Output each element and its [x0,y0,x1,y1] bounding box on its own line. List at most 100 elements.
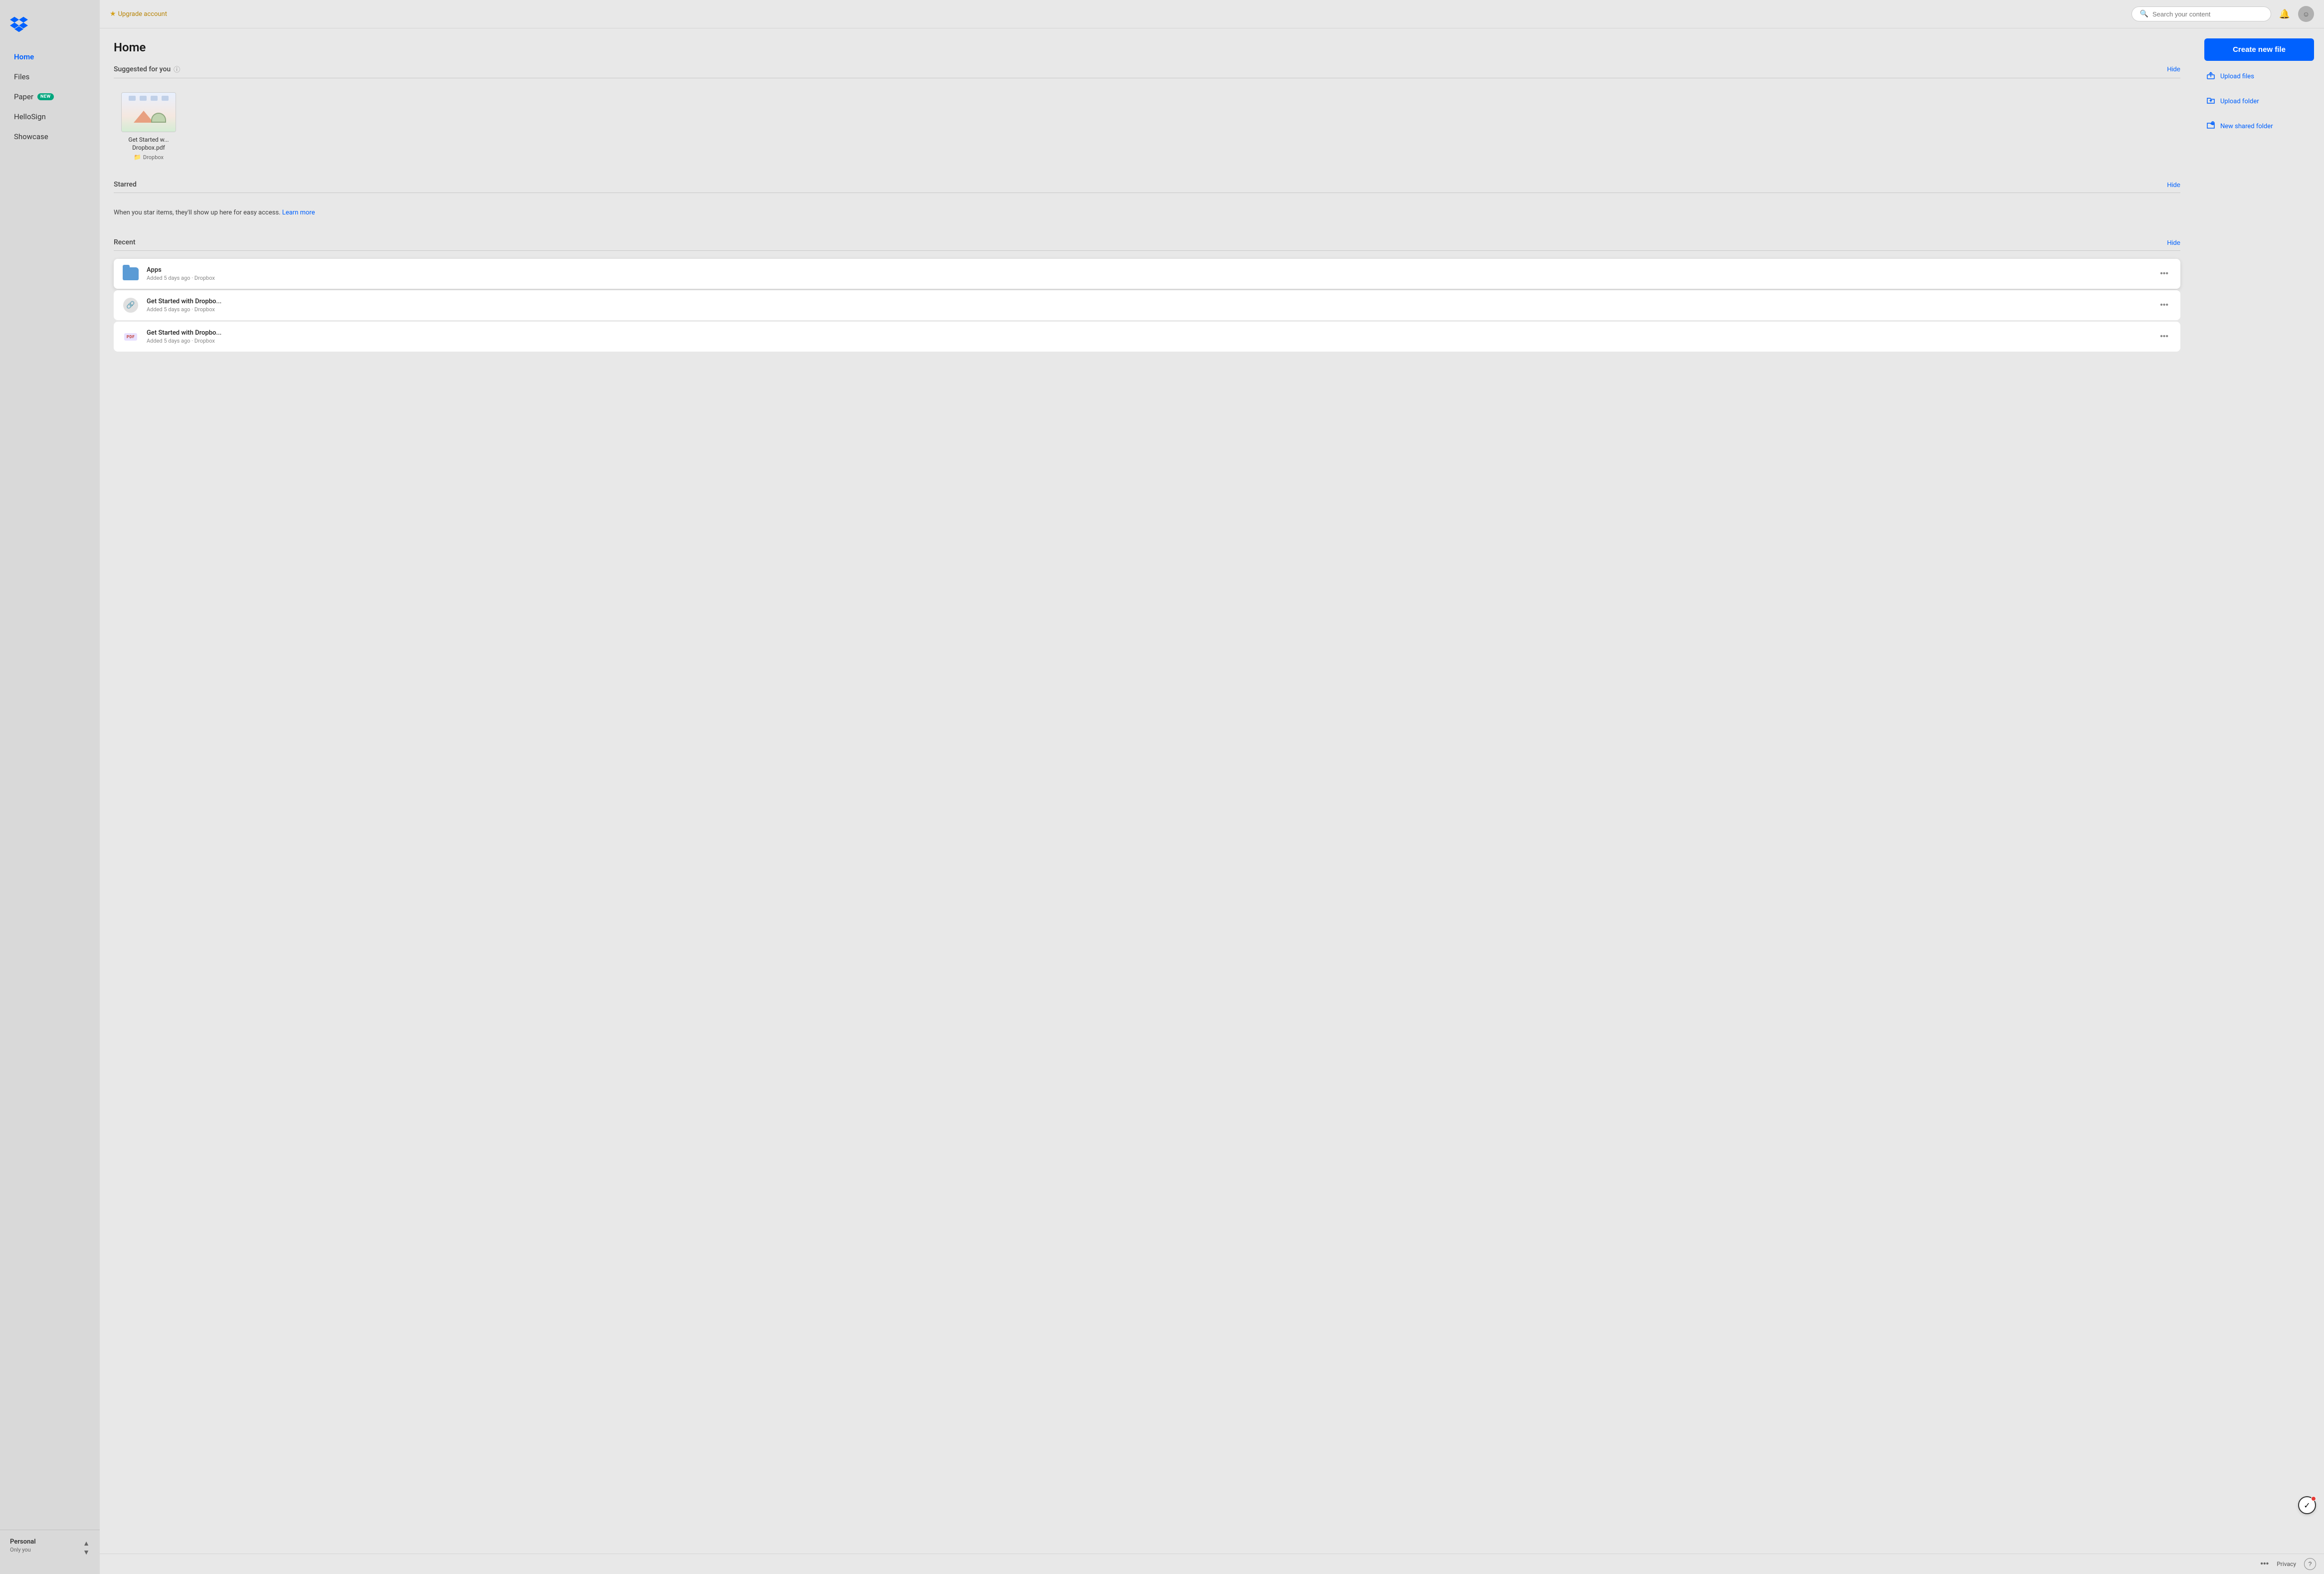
thumb-icon-2 [140,96,147,101]
upload-files-label: Upload files [2220,73,2254,80]
link-icon-wrap: 🔗 [122,296,140,314]
avatar-icon: ☺ [2303,10,2310,18]
recent-title-label: Recent [114,238,136,246]
link-meta: Added 5 days ago · Dropbox [147,306,2156,313]
folder-icon: 📁 [134,154,141,161]
file-location-text: Dropbox [143,154,164,161]
sidebar-label-home: Home [14,52,34,61]
folder-icon-large [123,267,139,280]
upgrade-account-link[interactable]: ★ Upgrade account [110,10,167,18]
help-button[interactable]: ? [2304,1558,2316,1570]
star-icon: ★ [110,10,116,18]
apps-name: Apps [147,266,2156,274]
user-avatar[interactable]: ☺ [2298,6,2314,22]
link-more-button[interactable]: ••• [2156,299,2172,312]
upgrade-label: Upgrade account [118,10,167,18]
pdf-name: Get Started with Dropbo... [147,329,2156,337]
file-card-name: Get Started w... Dropbox.pdf [120,136,178,152]
apps-info: Apps Added 5 days ago · Dropbox [147,266,2156,281]
info-icon[interactable]: ⓘ [174,64,180,74]
thumb-icon-3 [151,96,158,101]
sidebar-nav: Home Files Paper New HelloSign Showcase [0,47,100,1530]
upload-files-link[interactable]: Upload files [2204,67,2314,86]
chevron-down-icon: ▼ [83,1548,90,1556]
account-expand-button[interactable]: ▲ ▼ [83,1539,90,1556]
starred-empty-message: When you star items, they'll show up her… [114,209,280,216]
link-icon: 🔗 [123,298,138,313]
sidebar-label-showcase: Showcase [14,132,48,141]
sidebar-item-files[interactable]: Files [4,67,96,86]
create-new-file-button[interactable]: Create new file [2204,38,2314,61]
main-area: ★ Upgrade account 🔍 🔔 ☺ Home Suggested f… [100,0,2324,1574]
upload-files-icon [2206,71,2215,82]
suggested-file-card[interactable]: Get Started w... Dropbox.pdf 📁 Dropbox [114,86,184,167]
apps-folder-icon-wrap [122,265,140,283]
content-area: Home Suggested for you ⓘ Hide [100,28,2324,1554]
pdf-more-button[interactable]: ••• [2156,330,2172,343]
page-main: Home Suggested for you ⓘ Hide [100,28,2194,1554]
search-icon: 🔍 [2140,10,2148,18]
sidebar-label-paper: Paper [14,92,33,101]
file-thumb-preview [122,93,176,132]
starred-label: Starred [114,181,137,189]
sidebar-label-files: Files [14,72,29,81]
upload-folder-icon [2206,96,2215,107]
topbar: ★ Upgrade account 🔍 🔔 ☺ [100,0,2324,28]
thumb-icon-4 [162,96,169,101]
recent-item-link[interactable]: 🔗 Get Started with Dropbo... Added 5 day… [114,290,2180,320]
search-input[interactable] [2152,10,2263,18]
right-panel: Create new file Upload files [2194,28,2324,1554]
starred-hide-button[interactable]: Hide [2167,181,2180,189]
sidebar-item-paper[interactable]: Paper New [4,87,96,106]
privacy-link[interactable]: Privacy [2277,1561,2296,1568]
task-badge-notification-dot [2311,1496,2316,1501]
new-shared-folder-icon [2206,121,2215,132]
new-shared-folder-label: New shared folder [2220,123,2273,130]
recent-item-pdf[interactable]: PDF Get Started with Dropbo... Added 5 d… [114,322,2180,352]
file-card-location: 📁 Dropbox [134,154,164,161]
sidebar-item-showcase[interactable]: Showcase [4,127,96,146]
suggested-header: Suggested for you ⓘ Hide [114,64,2180,74]
paper-new-badge: New [37,93,54,100]
recent-item-apps[interactable]: Apps Added 5 days ago · Dropbox ••• [114,259,2180,289]
link-name: Get Started with Dropbo... [147,298,2156,305]
bottom-bar: ••• Privacy ? [100,1554,2324,1574]
pdf-meta: Added 5 days ago · Dropbox [147,338,2156,344]
starred-title-label: Starred [114,181,137,189]
thumb-arch [151,113,166,123]
thumb-mountain [134,111,154,123]
thumb-top-icons [129,96,169,101]
suggested-hide-button[interactable]: Hide [2167,65,2180,73]
recent-header: Recent Hide [114,238,2180,246]
pdf-icon-wrap: PDF [122,328,140,346]
file-thumbnail [121,92,176,132]
sidebar-item-hellosign[interactable]: HelloSign [4,107,96,126]
bottom-more-button[interactable]: ••• [2260,1560,2269,1569]
sidebar-footer: Personal Only you ▲ ▼ [0,1530,100,1564]
task-badge[interactable]: ✓ [2298,1496,2316,1514]
starred-header: Starred Hide [114,181,2180,189]
pdf-badge: PDF [124,333,137,341]
starred-section: Starred Hide When you star items, they'l… [114,181,2180,224]
sidebar-item-home[interactable]: Home [4,47,96,66]
dropbox-logo[interactable] [0,10,100,47]
suggested-title: Suggested for you ⓘ [114,64,180,74]
apps-more-button[interactable]: ••• [2156,267,2172,280]
link-info: Get Started with Dropbo... Added 5 days … [147,298,2156,313]
recent-list: Apps Added 5 days ago · Dropbox ••• 🔗 Ge… [114,259,2180,353]
bell-icon: 🔔 [2279,9,2290,19]
thumb-icon-1 [129,96,136,101]
thumb-scenery [129,105,169,123]
chevron-up-icon: ▲ [83,1539,90,1547]
notifications-button[interactable]: 🔔 [2277,7,2292,21]
search-bar[interactable]: 🔍 [2131,6,2271,21]
upload-folder-link[interactable]: Upload folder [2204,92,2314,111]
new-shared-folder-link[interactable]: New shared folder [2204,117,2314,136]
recent-hide-button[interactable]: Hide [2167,239,2180,246]
recent-label: Recent [114,238,136,246]
learn-more-link[interactable]: Learn more [282,209,315,216]
checkmark-icon: ✓ [2304,1501,2310,1510]
sidebar: Home Files Paper New HelloSign Showcase … [0,0,100,1574]
page-title: Home [114,40,2180,54]
sidebar-label-hellosign: HelloSign [14,112,46,121]
